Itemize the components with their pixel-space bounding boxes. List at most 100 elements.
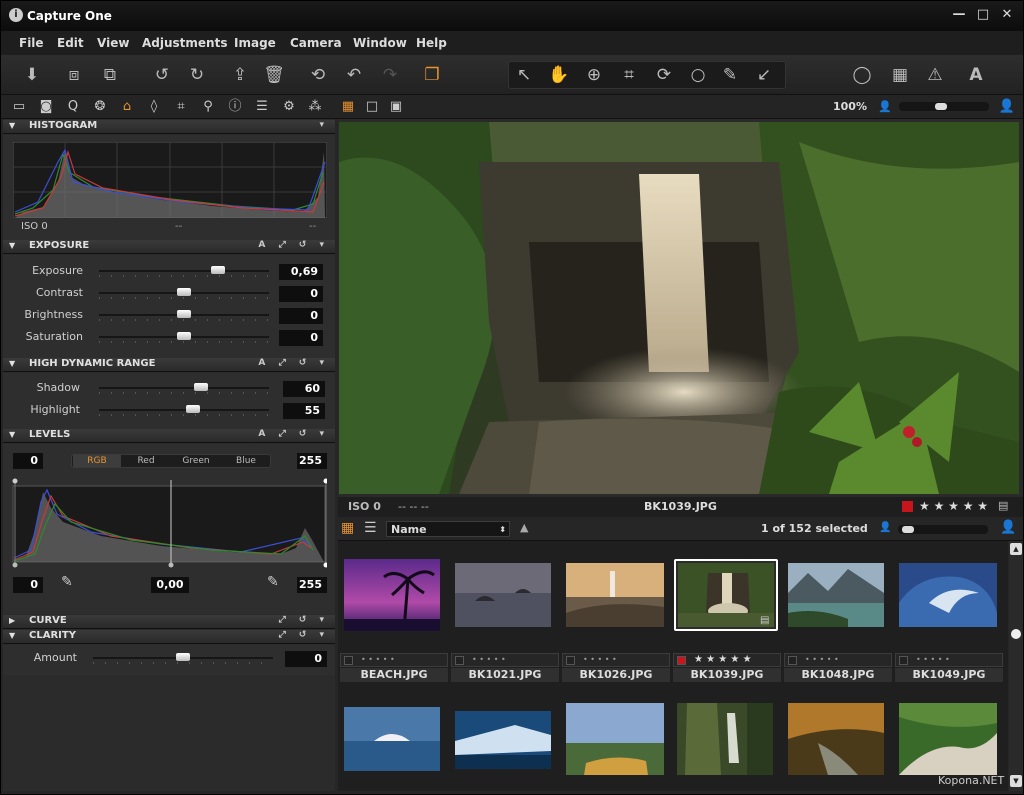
menu-file[interactable]: File [19,36,44,50]
section-controls-icon[interactable]: A ⤢ ↺ ▾ [258,429,329,439]
rotate-left-icon[interactable]: ↺ [149,63,175,87]
slider-knob[interactable] [176,653,190,661]
composition-tab-icon[interactable]: ⌗ [171,98,191,116]
rating-stars[interactable]: • • • • • [805,654,839,666]
undo-single-icon[interactable]: ↶ [341,63,367,87]
output-tab-icon[interactable]: ☰ [252,98,272,116]
sort-direction-icon[interactable]: ▲ [520,521,528,534]
copy-adjustments-icon[interactable]: ❐ [419,63,445,87]
thumbnail-info-icon[interactable]: ▤ [760,615,769,626]
menu-edit[interactable]: Edit [57,36,84,50]
section-controls-icon[interactable]: ⤢ ↺ ▾ [278,615,329,625]
pan-icon[interactable]: ✋ [546,63,572,87]
menu-arrow-icon[interactable]: ▾ [319,120,329,130]
contrast-slider[interactable] [99,288,269,299]
undo-icon[interactable]: ⟲ [305,63,331,87]
levels-white-handle[interactable] [323,478,328,484]
single-view-icon[interactable]: □ [362,98,382,116]
thumb-size-small-icon[interactable]: 👤 [879,522,891,533]
spot-icon[interactable]: ○ [685,63,711,87]
thumbnail-image[interactable] [899,703,997,775]
levels-black-handle[interactable] [12,478,18,484]
thumbnail-image[interactable] [455,711,551,769]
thumbnail-view-icon[interactable]: ▦ [341,520,354,536]
levels-out-low-handle[interactable] [12,562,18,568]
menu-window[interactable]: Window [353,36,407,50]
color-tag[interactable] [344,656,353,665]
section-controls-icon[interactable]: A ⤢ ↺ ▾ [258,358,329,368]
scroll-up-icon[interactable]: ▲ [1010,543,1022,555]
menu-image[interactable]: Image [234,36,276,50]
fullscreen-view-icon[interactable]: ▣ [386,98,406,116]
rating-stars[interactable]: • • • • • [583,654,617,666]
move-to-folder-icon[interactable]: ⇪ [227,63,253,87]
minimize-button[interactable]: — [947,6,971,24]
thumbnail-image[interactable] [344,559,440,631]
thumbnail-size-slider[interactable] [898,525,988,534]
levels-input-low[interactable]: 0 [13,453,43,469]
histogram-header[interactable]: ▼ HISTOGRAM ▾ [3,120,335,134]
channel-blue[interactable]: Blue [222,455,270,467]
thumbnail-rating[interactable]: • • • • • [562,653,670,667]
slider-knob[interactable] [177,288,191,296]
trash-icon[interactable]: 🗑 [261,63,287,87]
loupe-icon[interactable]: ◯ [849,63,875,87]
batch-tab-icon[interactable]: ⁂ [305,98,325,116]
text-icon[interactable]: A [963,63,989,87]
rotate-icon[interactable]: ⟳ [651,63,677,87]
capture-left-icon[interactable]: ⧈ [61,63,87,87]
close-button[interactable]: ✕ [995,6,1019,24]
list-view-icon[interactable]: ☰ [364,520,377,536]
exposure-warning-icon[interactable]: ⚠ [922,63,948,87]
thumbnail-rating[interactable]: • • • • • [895,653,1003,667]
hdr-header[interactable]: ▼ HIGH DYNAMIC RANGE A ⤢ ↺ ▾ [3,358,335,372]
highlight-slider[interactable] [99,405,269,416]
rating-stars[interactable]: • • • • • [361,654,395,666]
brightness-slider[interactable] [99,310,269,321]
curve-header[interactable]: ▶ CURVE ⤢ ↺ ▾ [3,615,335,629]
menu-camera[interactable]: Camera [290,36,342,50]
maximize-button[interactable]: □ [971,6,995,24]
levels-output-low[interactable]: 0 [13,577,43,593]
thumb-size-large-icon[interactable]: 👤 [1000,520,1016,535]
channel-green[interactable]: Green [172,455,220,467]
amount-value[interactable]: 0 [285,651,327,667]
levels-midpoint[interactable]: 0,00 [151,577,189,593]
color-tag[interactable] [788,656,797,665]
scroll-thumb[interactable] [1011,629,1021,639]
browser-scrollbar[interactable]: ▲ ▼ [1009,541,1023,791]
color-tab-icon[interactable]: ❂ [90,98,110,116]
thumbnail-image[interactable] [788,563,884,627]
saturation-slider[interactable] [99,332,269,343]
thumbnail-rating[interactable]: • • • • • [784,653,892,667]
zoom-out-icon[interactable]: 👤 [875,98,895,116]
exposure-tab-icon[interactable]: ⌂ [117,98,137,116]
grid-icon[interactable]: ▦ [887,63,913,87]
crop-icon[interactable]: ⌗ [616,63,642,87]
color-tag[interactable] [677,656,686,665]
amount-slider[interactable] [93,653,273,664]
apply-icon[interactable]: ↙ [751,63,777,87]
rotate-right-icon[interactable]: ↻ [184,63,210,87]
levels-input-high[interactable]: 255 [297,453,327,469]
capture-right-icon[interactable]: ⧉ [97,63,123,87]
selected-thumbnail-frame[interactable]: ▤ [674,559,778,631]
thumbnail-rating[interactable]: • • • • • [340,653,448,667]
scroll-down-icon[interactable]: ▼ [1010,775,1022,787]
details-tab-icon[interactable]: ⚲ [198,98,218,116]
channel-red[interactable]: Red [122,455,170,467]
slider-knob[interactable] [185,405,200,413]
zoom-slider[interactable] [899,102,989,111]
contrast-value[interactable]: 0 [279,286,323,302]
color-tag[interactable] [566,656,575,665]
brightness-value[interactable]: 0 [279,308,323,324]
exposure-header[interactable]: ▼ EXPOSURE A ⤢ ↺ ▾ [3,240,335,254]
menu-view[interactable]: View [97,36,129,50]
color-tag[interactable] [455,656,464,665]
rating-stars[interactable]: ★ ★ ★ ★ ★ [694,654,752,666]
thumbnail-image[interactable] [566,703,664,775]
lens-tab-icon[interactable]: ◊ [144,98,164,116]
section-controls-icon[interactable]: A ⤢ ↺ ▾ [258,240,329,250]
grid-view-icon[interactable]: ▦ [338,98,358,116]
image-viewer[interactable] [338,119,1023,497]
